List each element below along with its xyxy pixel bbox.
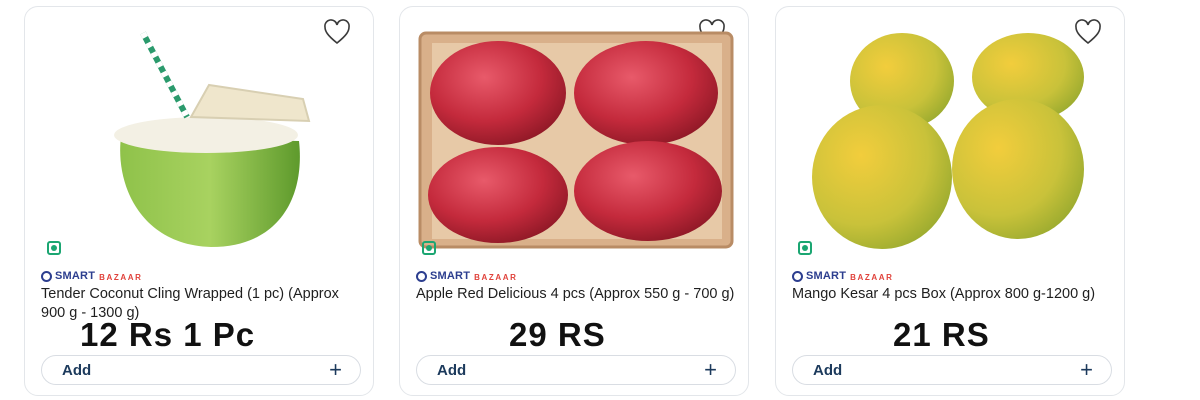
brand-name: SMART <box>806 270 847 282</box>
brand-logo: SMART BAZAAR <box>792 269 893 283</box>
smart-bazaar-logo-icon <box>41 270 52 282</box>
product-price: 29 RS <box>509 316 606 353</box>
brand-logo: SMART BAZAAR <box>416 269 517 283</box>
brand-subname: BAZAAR <box>474 272 518 282</box>
plus-icon: + <box>329 357 342 382</box>
brand-name: SMART <box>55 270 96 282</box>
product-image-mango[interactable] <box>792 25 1110 251</box>
product-grid: SMART BAZAAR Tender Coconut Cling Wrappe… <box>0 0 1200 400</box>
product-card-coconut[interactable]: SMART BAZAAR Tender Coconut Cling Wrappe… <box>24 6 374 396</box>
add-label: Add <box>437 361 467 379</box>
product-image-apple[interactable] <box>416 25 734 251</box>
add-label: Add <box>62 361 92 379</box>
product-price: 12 Rs 1 Pc <box>80 316 256 353</box>
product-title[interactable]: Apple Red Delicious 4 pcs (Approx 550 g … <box>416 285 736 304</box>
add-button[interactable]: Add + <box>792 355 1112 385</box>
brand-logo: SMART BAZAAR <box>41 269 142 283</box>
product-title[interactable]: Mango Kesar 4 pcs Box (Approx 800 g-1200… <box>792 285 1112 304</box>
brand-subname: BAZAAR <box>850 272 894 282</box>
brand-subname: BAZAAR <box>99 272 143 282</box>
veg-indicator-icon <box>422 241 436 255</box>
product-image-coconut[interactable] <box>41 25 359 251</box>
plus-icon: + <box>704 357 717 382</box>
product-card-apple[interactable]: SMART BAZAAR Apple Red Delicious 4 pcs (… <box>399 6 749 396</box>
add-button[interactable]: Add + <box>416 355 736 385</box>
plus-icon: + <box>1080 357 1093 382</box>
veg-indicator-icon <box>47 241 61 255</box>
add-button[interactable]: Add + <box>41 355 361 385</box>
smart-bazaar-logo-icon <box>416 270 427 282</box>
product-price: 21 RS <box>893 316 990 353</box>
veg-indicator-icon <box>798 241 812 255</box>
smart-bazaar-logo-icon <box>792 270 803 282</box>
product-card-mango[interactable]: SMART BAZAAR Mango Kesar 4 pcs Box (Appr… <box>775 6 1125 396</box>
add-label: Add <box>813 361 843 379</box>
brand-name: SMART <box>430 270 471 282</box>
